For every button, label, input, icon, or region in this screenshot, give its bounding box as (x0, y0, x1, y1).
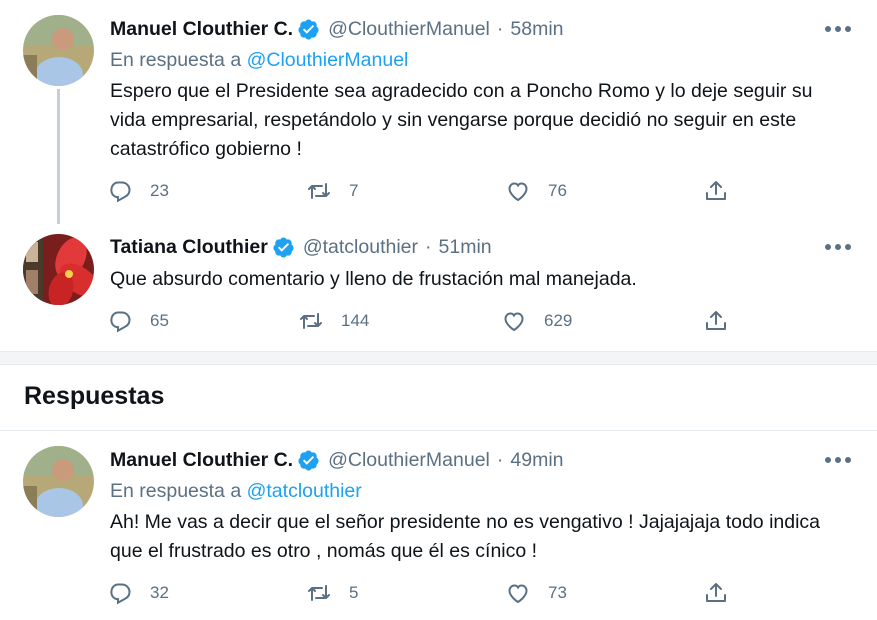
display-name[interactable]: Manuel Clouthier C. (110, 449, 293, 472)
like-count: 76 (548, 181, 567, 200)
reply-prefix: En respuesta a (110, 480, 242, 502)
heart-icon (508, 182, 528, 202)
retweet-button[interactable]: 7 (307, 177, 358, 205)
thread-connector-line (57, 89, 60, 224)
reply-button[interactable]: 23 (108, 177, 169, 205)
retweet-icon (308, 183, 330, 199)
retweet-count: 7 (349, 181, 359, 200)
display-name[interactable]: Manuel Clouthier C. (110, 18, 293, 41)
more-options-icon[interactable] (825, 240, 851, 254)
reply-to-handle-link[interactable]: @tatclouthier (247, 480, 362, 502)
reply-button[interactable]: 32 (108, 579, 169, 607)
reply-to-handle-link[interactable]: @ClouthierManuel (247, 49, 409, 71)
reply-icon (110, 311, 131, 333)
tweet-manuel-2[interactable]: Manuel Clouthier C. @ClouthierManuel · 4… (0, 431, 877, 620)
reply-prefix: En respuesta a (110, 49, 242, 71)
heart-icon (504, 312, 524, 332)
header-separator: · (496, 17, 504, 40)
share-icon (706, 311, 726, 330)
tweet-actions: 65 144 629 (108, 307, 748, 335)
tweet-text: Que absurdo comentario y lleno de frusta… (110, 268, 637, 290)
avatar-tatiana-image (23, 234, 94, 305)
retweet-icon (308, 585, 330, 601)
reply-count: 32 (150, 583, 169, 602)
share-button[interactable] (704, 177, 728, 205)
replies-section-title: Respuestas (24, 382, 165, 410)
reply-button[interactable]: 65 (108, 307, 169, 335)
tweet-timestamp[interactable]: 58min (510, 18, 563, 41)
verified-badge-icon (297, 449, 320, 472)
header-separator: · (425, 235, 432, 258)
section-separator (0, 351, 877, 365)
tweet-timestamp[interactable]: 49min (510, 449, 563, 472)
heart-icon (508, 584, 528, 604)
tweet-header: Tatiana Clouthier @tatclouthier · 51min (110, 232, 492, 262)
reply-context: En respuesta a @ClouthierManuel (110, 49, 408, 72)
share-button[interactable] (704, 307, 728, 335)
more-options-icon[interactable] (825, 453, 851, 467)
more-options-icon[interactable] (825, 22, 851, 36)
verified-badge-icon (297, 18, 320, 41)
retweet-button[interactable]: 144 (299, 307, 369, 335)
tweet-header: Manuel Clouthier C. @ClouthierManuel · 5… (110, 14, 564, 44)
reply-icon (110, 181, 131, 203)
header-separator: · (496, 448, 504, 471)
tweet-text: Ah! Me vas a decir que el señor presiden… (110, 511, 821, 562)
like-count: 73 (548, 583, 567, 602)
retweet-count: 144 (341, 311, 370, 330)
share-button[interactable] (704, 579, 728, 607)
tweet-manuel-1[interactable]: Manuel Clouthier C. @ClouthierManuel · 5… (0, 0, 877, 230)
retweet-count: 5 (349, 583, 359, 602)
tweet-tatiana[interactable]: Tatiana Clouthier @tatclouthier · 51min … (0, 230, 877, 351)
tweet-actions: 23 7 76 (108, 177, 748, 205)
reply-count: 23 (150, 181, 169, 200)
display-name[interactable]: Tatiana Clouthier (110, 236, 268, 259)
avatar-manuel[interactable] (23, 446, 94, 517)
avatar-tatiana[interactable] (23, 234, 94, 305)
like-button[interactable]: 76 (506, 177, 567, 205)
like-count: 629 (544, 311, 573, 330)
tweet-actions: 32 5 73 (108, 579, 748, 607)
avatar-manuel-image (23, 15, 94, 86)
reply-icon (110, 583, 131, 605)
reply-count: 65 (150, 311, 169, 330)
avatar-manuel-image (23, 446, 94, 517)
tweet-text: Espero que el Presidente sea agradecido … (110, 80, 813, 160)
tweet-header: Manuel Clouthier C. @ClouthierManuel · 4… (110, 445, 564, 475)
share-icon (706, 181, 726, 200)
verified-badge-icon (272, 236, 295, 259)
user-handle[interactable]: @ClouthierManuel (328, 449, 490, 472)
retweet-icon (300, 313, 322, 329)
retweet-button[interactable]: 5 (307, 579, 358, 607)
like-button[interactable]: 629 (502, 307, 572, 335)
tweet-timestamp[interactable]: 51min (439, 236, 492, 259)
user-handle[interactable]: @ClouthierManuel (328, 18, 490, 41)
reply-context: En respuesta a @tatclouthier (110, 480, 362, 503)
share-icon (706, 583, 726, 602)
avatar-manuel[interactable] (23, 15, 94, 86)
user-handle[interactable]: @tatclouthier (303, 236, 418, 259)
like-button[interactable]: 73 (506, 579, 567, 607)
